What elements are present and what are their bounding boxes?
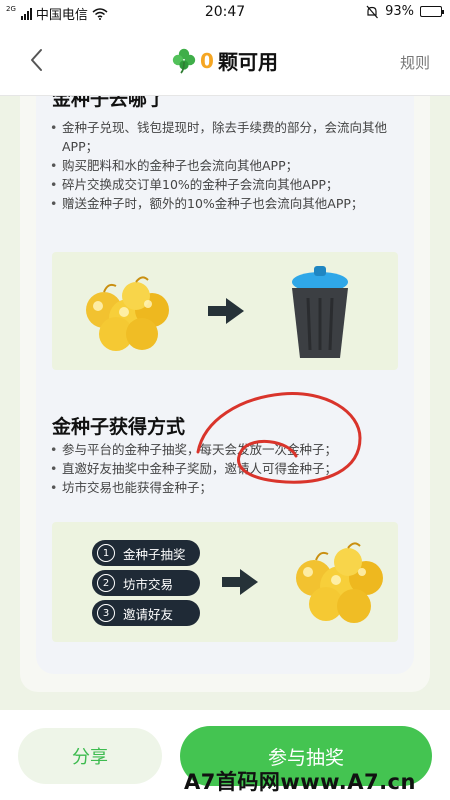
rules-link[interactable]: 规则 [400,52,430,73]
bullet-item: 碎片交换成交订单10%的金种子会流向其他APP； [48,175,404,194]
arrow-right-icon [208,298,244,324]
gold-seeds-icon [296,542,383,623]
where-bullets: 金种子兑现、钱包提现时，除去手续费的部分，会流向其他APP； 购买肥料和水的金种… [48,118,404,213]
illustration-steps-to-seeds: 1 金种子抽奖 2 坊市交易 3 邀请好友 [52,522,398,642]
status-bar: 2G 中国电信 20:47 93% [0,0,450,26]
clover-icon [172,48,196,74]
bullet-item: 赠送金种子时，额外的10%金种子也会流向其他APP； [48,194,404,213]
arrow-right-icon [222,569,258,595]
battery-icon [420,6,444,17]
illustration-graphic [86,266,348,358]
available-count: 0 [200,48,214,73]
bullet-item: 购买肥料和水的金种子也会流向其他APP； [48,156,404,175]
trash-bin-icon [292,266,348,358]
bullet-item: 直邀好友抽奖中金种子奖励，邀请人可得金种子； [48,459,404,478]
title-text: 颗可用 [217,50,278,74]
status-right: 93% [365,4,444,19]
gold-seeds-icon [86,276,169,351]
info-card: 金种子去哪了 金种子兑现、钱包提现时，除去手续费的部分，会流向其他APP； 购买… [36,96,414,674]
page-title: 0 颗可用 [0,46,450,75]
mute-bell-icon [366,5,379,18]
obtain-bullets: 参与平台的金种子抽奖，每天会发放一次金种子； 直邀好友抽奖中金种子奖励，邀请人可… [48,440,404,497]
section-title-where: 金种子去哪了 [52,96,167,110]
illustration-graphic-2 [222,542,383,623]
bullet-item: 参与平台的金种子抽奖，每天会发放一次金种子； [48,440,404,459]
battery-percent: 93% [385,4,414,19]
illustration-seeds-to-bin [52,252,398,370]
page-header: 0 颗可用 规则 [0,26,450,96]
watermark-text: A7首码网www.A7.cn [184,770,416,794]
share-button[interactable]: 分享 [18,728,162,784]
section-title-obtain: 金种子获得方式 [52,416,186,438]
bullet-item: 坊市交易也能获得金种子； [48,478,404,497]
bullet-item: 金种子兑现、钱包提现时，除去手续费的部分，会流向其他APP； [48,118,404,156]
content-card: 金种子去哪了 金种子兑现、钱包提现时，除去手续费的部分，会流向其他APP； 购买… [20,96,430,692]
